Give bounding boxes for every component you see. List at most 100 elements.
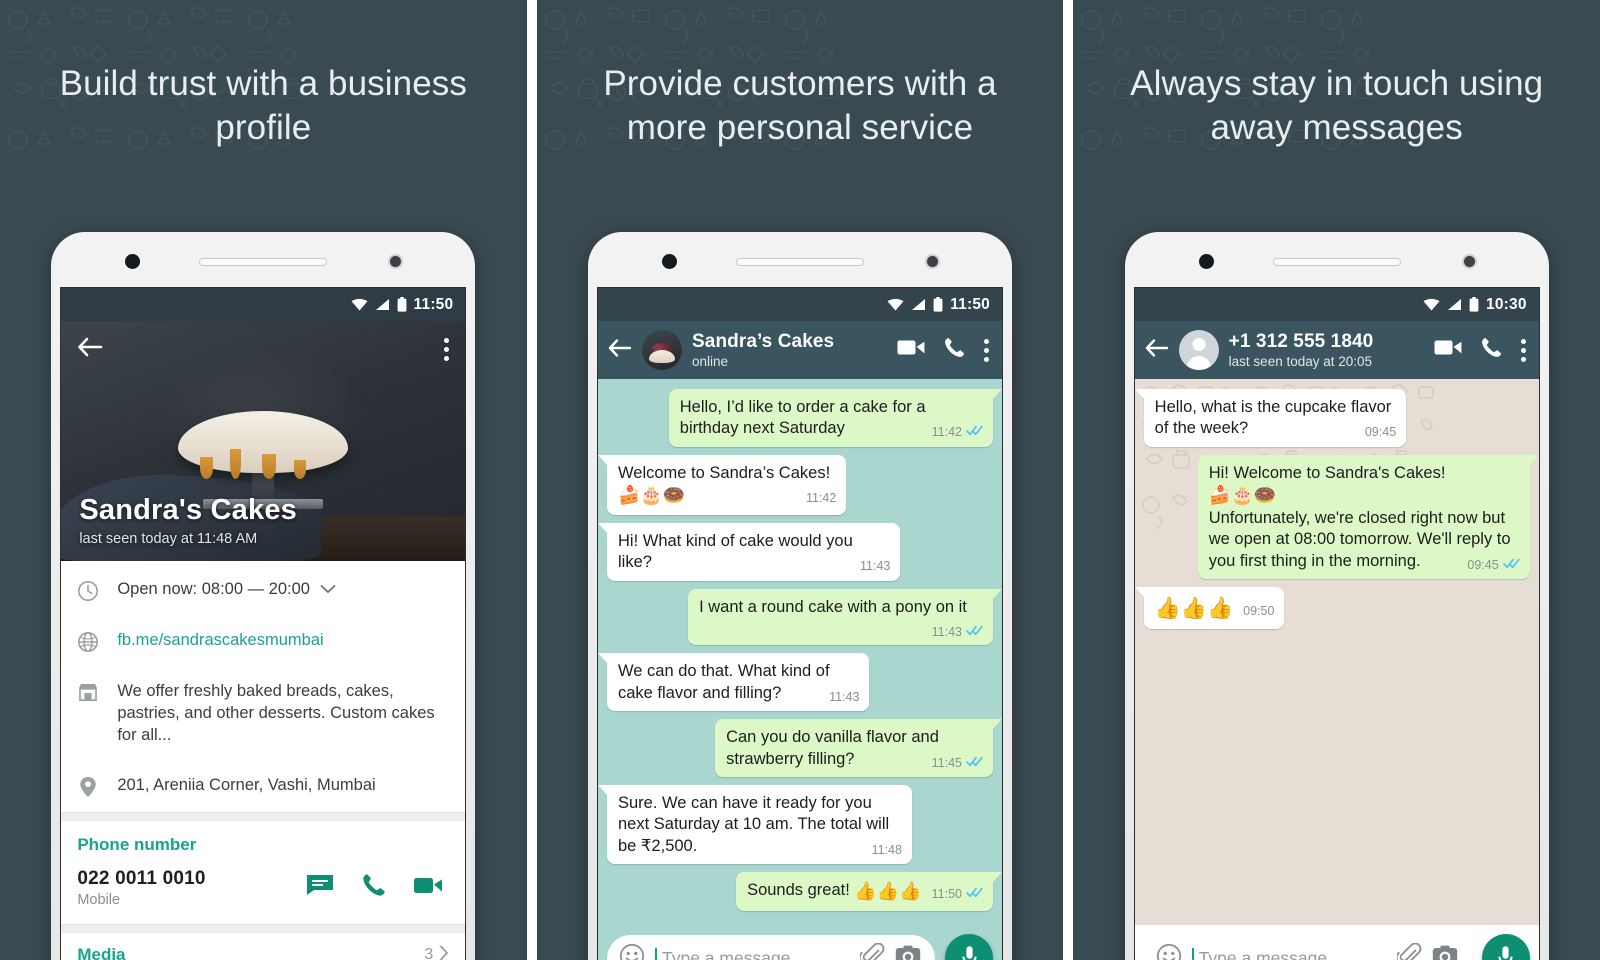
phone-top-bezel: [1125, 232, 1549, 287]
status-time: 11:50: [413, 295, 454, 313]
message-text: We can do that. What kind of cake flavor…: [618, 662, 830, 702]
chevron-right-icon: [439, 945, 449, 960]
food-emoji: 🍰🎂🍩: [1208, 485, 1276, 506]
message-text: Welcome to Sandra’s Cakes!: [618, 463, 831, 482]
message-input-placeholder: Type a message: [1198, 947, 1328, 960]
status-time: 10:30: [1486, 295, 1527, 313]
info-row-address[interactable]: 201, Areniia Corner, Vashi, Mumbai: [61, 761, 465, 812]
kebab-menu-icon[interactable]: [984, 338, 989, 362]
back-arrow-icon[interactable]: [77, 336, 103, 363]
message-input-pill[interactable]: Type a message: [607, 934, 935, 960]
microphone-icon[interactable]: [945, 934, 993, 960]
video-call-icon[interactable]: [1434, 338, 1462, 362]
camera-icon[interactable]: [895, 945, 921, 960]
message-text: Hello, I’d like to order a cake for a bi…: [679, 398, 926, 438]
earpiece-speaker: [1272, 258, 1401, 266]
message-text: Sure. We can have it ready for you next …: [618, 794, 890, 855]
info-row-website[interactable]: fb.me/sandrascakesmumbai: [61, 616, 465, 667]
caramel-drip: [294, 460, 307, 479]
message-time: 11:43: [829, 689, 860, 704]
chat-message-list[interactable]: Hello, what is the cupcake flavor of the…: [1134, 379, 1539, 925]
avatar[interactable]: [642, 330, 682, 370]
phone-mockup: 10:30 +1 312 555 1840 last seen today at…: [1124, 232, 1549, 960]
globe-icon: [75, 630, 101, 653]
chat-message-list[interactable]: Hello, I’d like to order a cake for a bi…: [598, 379, 1002, 925]
paperclip-icon[interactable]: [1395, 942, 1422, 960]
business-info-card: Open now: 08:00 — 20:00 fb.me/sandrascak…: [61, 561, 466, 960]
wifi-icon: [351, 298, 368, 311]
chat-bubble-outgoing: I want a round cake with a pony on it 11…: [688, 588, 1002, 646]
storefront-icon: [75, 681, 101, 702]
front-camera-icon: [125, 254, 141, 269]
promo-screenshot-stage: Build trust with a business profile 11:5…: [0, 0, 1600, 960]
message-icon[interactable]: [305, 873, 335, 902]
business-name: Sandra's Cakes: [79, 494, 297, 526]
status-time: 11:50: [950, 295, 990, 313]
business-description: We offer freshly baked breads, cakes, pa…: [117, 682, 435, 744]
promo-panel-1: Build trust with a business profile 11:5…: [0, 0, 527, 960]
message-text: Hi! What kind of cake would you like?: [618, 531, 853, 572]
panel-headline: Build trust with a business profile: [59, 64, 467, 148]
message-time: 11:50: [931, 887, 962, 902]
thumbs-up-emoji: 👍👍👍: [854, 881, 922, 902]
video-call-icon[interactable]: [897, 338, 925, 362]
back-arrow-icon[interactable]: [1145, 338, 1169, 363]
message-text: Can you do vanilla flavor and strawberry…: [726, 728, 939, 768]
promo-panel-3: Always stay in touch using away messages: [1073, 0, 1600, 960]
signal-icon: [1447, 298, 1462, 311]
message-input-pill[interactable]: Type a message: [1143, 934, 1472, 960]
business-last-seen: last seen today at 11:48 AM: [79, 531, 258, 547]
message-input-bar: Type a message: [1135, 925, 1539, 960]
sensor-icon: [388, 254, 404, 269]
microphone-icon[interactable]: [1481, 934, 1530, 960]
info-row-hours[interactable]: Open now: 08:00 — 20:00: [61, 565, 465, 616]
call-icon[interactable]: [1480, 336, 1503, 364]
message-input-placeholder: Type a message: [662, 947, 791, 960]
food-emoji: 🍰🎂🍩: [618, 485, 686, 506]
chat-bubble-outgoing: Sounds great! 👍👍👍 11:50: [736, 872, 1002, 911]
media-label: Media: [77, 945, 126, 960]
chat-contact-status: last seen today at 20:05: [1228, 354, 1373, 369]
kebab-menu-icon[interactable]: [1520, 338, 1526, 362]
video-call-icon[interactable]: [413, 875, 443, 901]
emoji-smiley-icon[interactable]: [619, 943, 645, 960]
thumbs-up-emoji: 👍👍👍: [1154, 597, 1234, 621]
message-time: 11:43: [931, 625, 962, 640]
business-address: 201, Areniia Corner, Vashi, Mumbai: [117, 775, 376, 794]
battery-icon: [1469, 297, 1479, 312]
chevron-down-icon[interactable]: [320, 579, 336, 601]
media-count: 3: [424, 946, 434, 960]
camera-icon[interactable]: [1432, 945, 1458, 960]
message-time: 11:43: [860, 559, 891, 574]
message-time: 11:42: [931, 425, 962, 440]
wifi-icon: [1423, 298, 1440, 311]
chat-contact-name: Sandra’s Cakes: [692, 331, 835, 352]
message-text-second: Unfortunately, we're closed right now bu…: [1208, 508, 1511, 570]
back-arrow-icon[interactable]: [608, 338, 632, 363]
earpiece-speaker: [199, 258, 328, 266]
info-row-description: We offer freshly baked breads, cakes, pa…: [61, 667, 465, 761]
phone-number-section: Phone number 022 0011 0010 Mobile: [61, 821, 465, 924]
media-section[interactable]: Media 3: [61, 933, 465, 960]
wifi-icon: [887, 298, 904, 311]
emoji-smiley-icon[interactable]: [1156, 943, 1182, 960]
kebab-menu-icon[interactable]: [444, 337, 450, 361]
chat-contact-status: online: [692, 354, 729, 369]
paperclip-icon[interactable]: [858, 942, 885, 960]
read-receipt-icon: [966, 886, 983, 902]
android-status-bar: 11:50: [598, 288, 1002, 321]
read-receipt-icon: [966, 755, 983, 771]
chat-bubble-incoming: Hi! What kind of cake would you like? 11…: [598, 522, 901, 581]
caramel-drip: [200, 457, 214, 479]
business-website-link[interactable]: fb.me/sandrascakesmumbai: [117, 630, 449, 652]
call-icon[interactable]: [361, 872, 387, 903]
phone-number-label: Mobile: [77, 891, 121, 908]
text-caret: [655, 947, 657, 960]
battery-icon: [933, 297, 943, 312]
phone-screen: 10:30 +1 312 555 1840 last seen today at…: [1133, 287, 1540, 960]
chat-bubble-incoming: Welcome to Sandra’s Cakes! 🍰🎂🍩 11:42: [598, 454, 847, 515]
message-text: Hello, what is the cupcake flavor of the…: [1154, 398, 1392, 438]
call-icon[interactable]: [943, 336, 966, 364]
message-text: Hi! Welcome to Sandra's Cakes!: [1208, 463, 1446, 482]
avatar[interactable]: [1178, 330, 1219, 370]
